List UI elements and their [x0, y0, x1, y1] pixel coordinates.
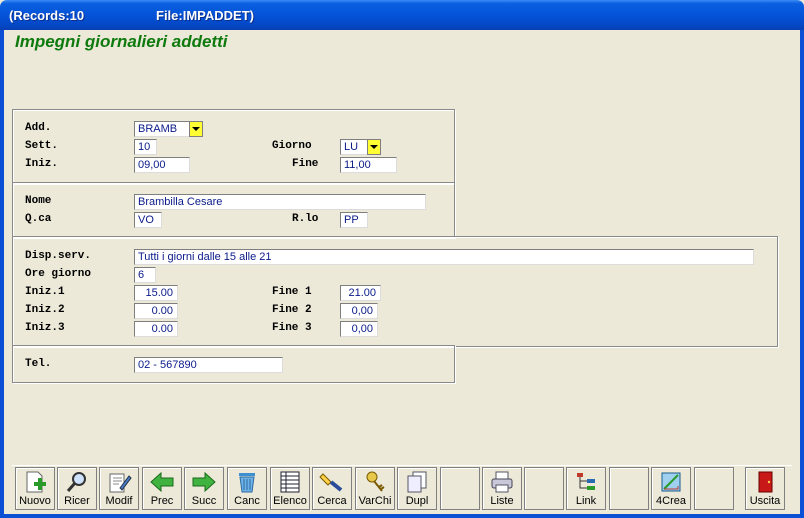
list-icon [280, 471, 300, 493]
iniz2-field[interactable]: 0.00 [134, 303, 178, 319]
window-border-right [800, 30, 804, 518]
flashlight-icon [319, 473, 343, 492]
window-border-bottom [0, 514, 804, 518]
records-count: (Records:10 [9, 8, 85, 23]
fine3-field[interactable]: 0,00 [340, 321, 378, 337]
ricer-label: Ricer [64, 495, 90, 507]
edit-document-icon [109, 473, 132, 493]
label-fine: Fine [292, 158, 319, 170]
label-fine1: Fine 1 [272, 286, 312, 298]
dupl-label: Dupl [405, 495, 429, 507]
label-nome: Nome [25, 195, 52, 207]
new-document-icon [26, 471, 46, 493]
succ-label: Succ [191, 495, 217, 507]
printer-icon [491, 471, 513, 493]
empty-toolbar-button-2[interactable] [524, 467, 564, 510]
canc-label: Canc [234, 495, 260, 507]
label-disp-serv: Disp.serv. [25, 250, 92, 262]
label-iniz1: Iniz.1 [25, 286, 65, 298]
title-bar[interactable]: (Records:10 File:IMPADDET) [0, 0, 804, 30]
iniz3-field[interactable]: 0.00 [134, 321, 178, 337]
giorno-field[interactable]: LU [340, 139, 368, 155]
fine1-field[interactable]: 21.00 [340, 285, 381, 301]
empty-toolbar-button-4[interactable] [694, 467, 734, 510]
qca-field[interactable]: VO [134, 212, 162, 228]
cerca-button[interactable]: Cerca [312, 467, 352, 510]
iniz1-field[interactable]: 15.00 [134, 285, 178, 301]
magnifier-icon [66, 472, 86, 492]
empty-toolbar-button-1[interactable] [440, 467, 480, 510]
label-rlo: R.lo [292, 213, 319, 225]
link-label: Link [575, 495, 597, 507]
window-border-left [0, 30, 4, 518]
ore-giorno-field[interactable]: 6 [134, 267, 156, 283]
label-fine3: Fine 3 [272, 322, 312, 334]
elenco-label: Elenco [273, 495, 307, 507]
label-qca: Q.ca [25, 213, 52, 225]
arrow-right-icon [192, 471, 216, 493]
link-button[interactable]: Link [566, 467, 606, 510]
succ-button[interactable]: Succ [184, 467, 224, 510]
crea-button[interactable]: 4Crea [651, 467, 691, 510]
sett-field[interactable]: 10 [134, 139, 157, 155]
nome-field[interactable]: Brambilla Cesare [134, 194, 426, 210]
iniz-field[interactable]: 09,00 [134, 157, 190, 173]
fine2-field[interactable]: 0,00 [340, 303, 378, 319]
elenco-button[interactable]: Elenco [270, 467, 310, 510]
exit-door-icon [758, 471, 773, 493]
modif-label: Modif [105, 495, 133, 507]
link-tree-icon [577, 473, 595, 490]
label-tel: Tel. [25, 358, 52, 370]
liste-label: Liste [490, 495, 514, 507]
file-name: File:IMPADDET) [156, 8, 254, 23]
label-ore-giorno: Ore giorno [25, 268, 92, 280]
liste-button[interactable]: Liste [482, 467, 522, 510]
label-fine2: Fine 2 [272, 304, 312, 316]
nuovo-button[interactable]: Nuovo [15, 467, 55, 510]
uscita-label: Uscita [749, 495, 781, 507]
varchi-button[interactable]: VarChi [355, 467, 395, 510]
modif-button[interactable]: Modif [99, 467, 139, 510]
uscita-button[interactable]: Uscita [745, 467, 785, 510]
prec-button[interactable]: Prec [142, 467, 182, 510]
keys-icon [366, 471, 385, 492]
arrow-left-icon [150, 471, 174, 493]
add-dropdown-button[interactable] [189, 121, 203, 137]
group-addetto [12, 182, 455, 238]
label-giorno: Giorno [272, 140, 312, 152]
tel-field[interactable]: 02 - 567890 [134, 357, 283, 373]
prec-label: Prec [150, 495, 174, 507]
nuovo-label: Nuovo [19, 495, 51, 507]
empty-toolbar-button-3[interactable] [609, 467, 649, 510]
design-icon [661, 472, 681, 492]
form-title: Impegni giornalieri addetti [15, 32, 228, 51]
giorno-dropdown-button[interactable] [367, 139, 381, 155]
varchi-label: VarChi [358, 495, 392, 507]
label-add: Add. [25, 122, 52, 134]
dupl-button[interactable]: Dupl [397, 467, 437, 510]
disp-serv-field[interactable]: Tutti i giorni dalle 15 alle 21 [134, 249, 754, 265]
rlo-field[interactable]: PP [340, 212, 368, 228]
label-iniz3: Iniz.3 [25, 322, 65, 334]
label-iniz2: Iniz.2 [25, 304, 65, 316]
trash-icon [239, 473, 255, 493]
duplicate-icon [407, 471, 427, 493]
crea-label: 4Crea [656, 495, 686, 507]
fine-field[interactable]: 11,00 [340, 157, 397, 173]
canc-button[interactable]: Canc [227, 467, 267, 510]
label-iniz: Iniz. [25, 158, 59, 170]
cerca-label: Cerca [317, 495, 347, 507]
label-sett: Sett. [25, 140, 59, 152]
ricer-button[interactable]: Ricer [57, 467, 97, 510]
main-window: (Records:10 File:IMPADDET) Impegni giorn… [0, 0, 804, 518]
add-field[interactable]: BRAMB [134, 121, 191, 137]
